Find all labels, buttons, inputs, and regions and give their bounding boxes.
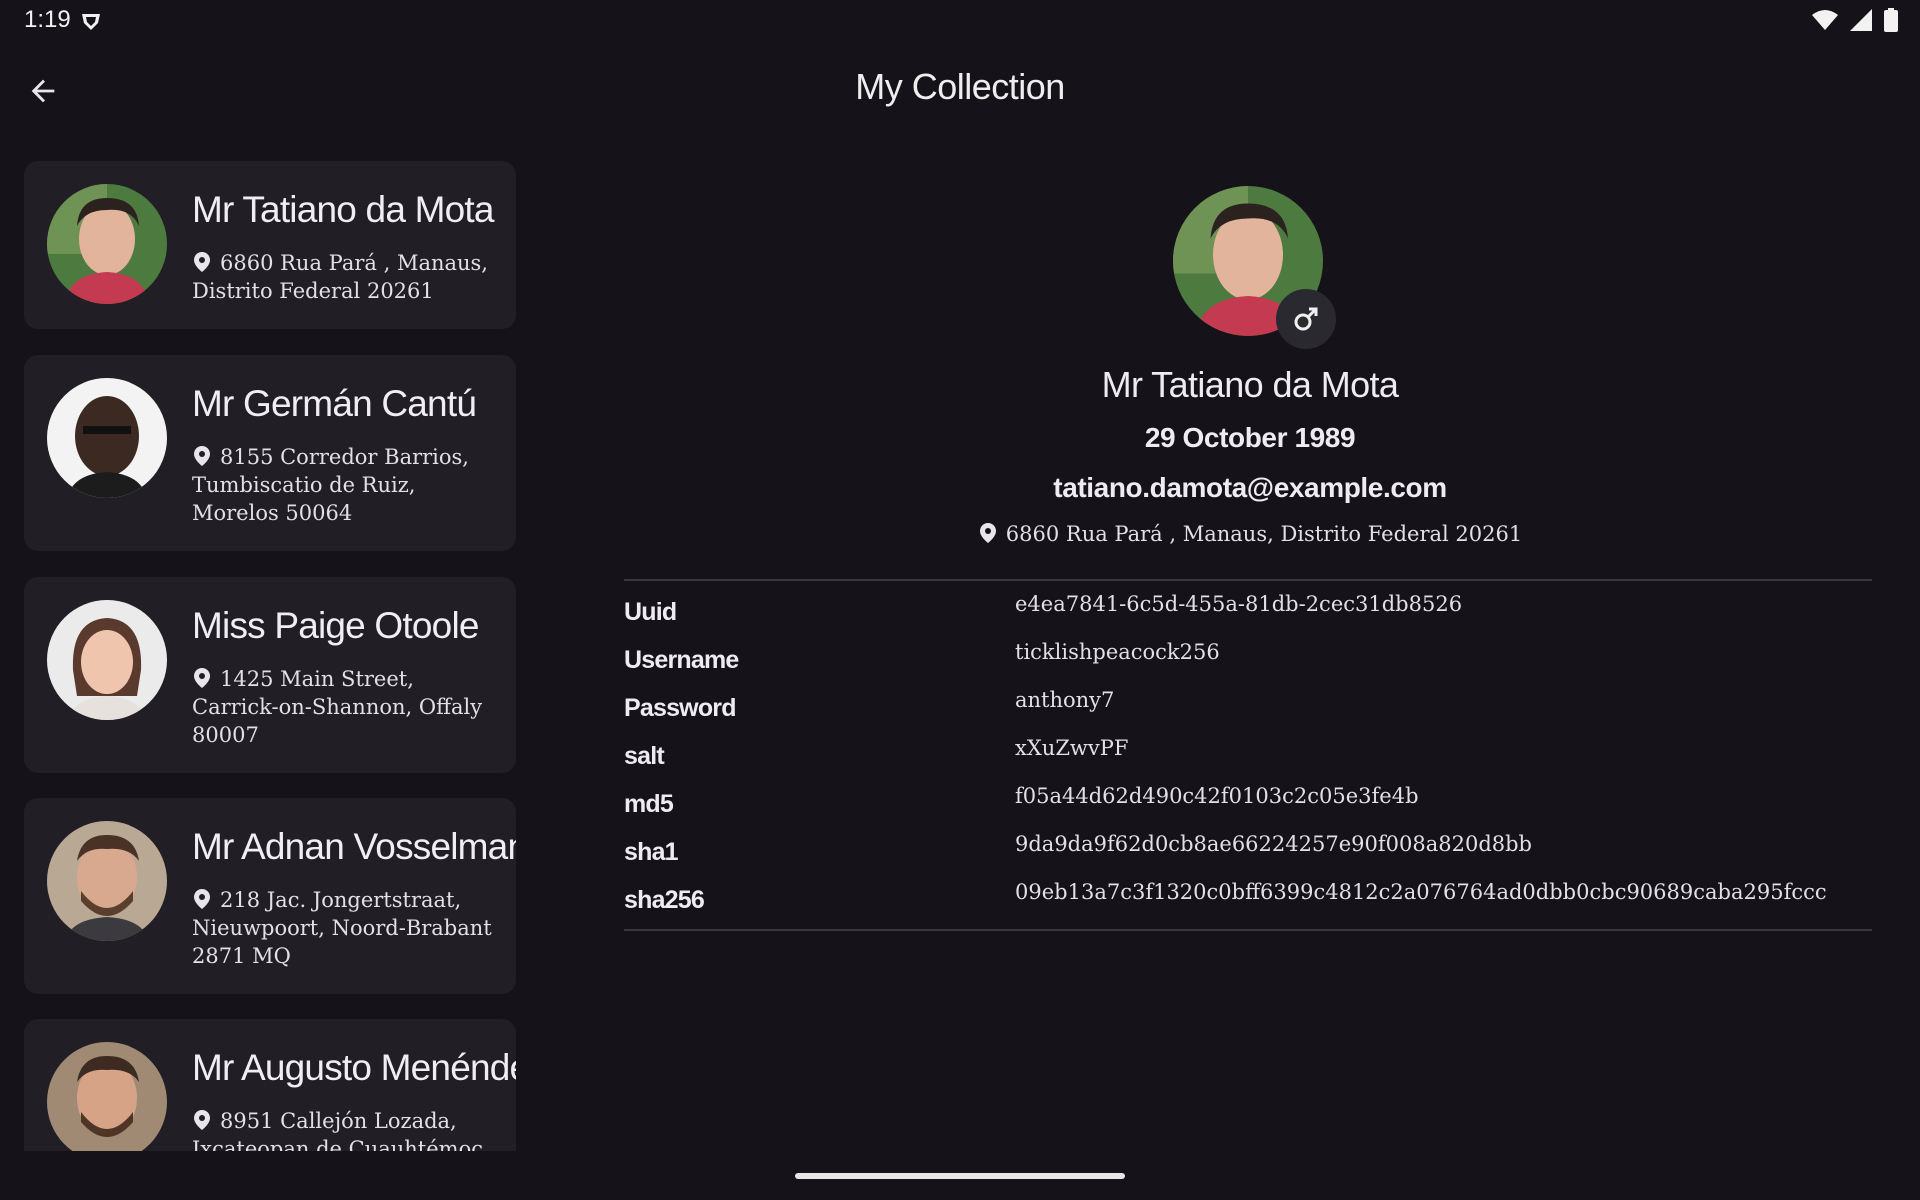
table-row: Uuid e4ea7841-6c5d-455a-81db-2cec31db852…	[624, 592, 1872, 640]
location-pin-icon	[194, 446, 210, 466]
person-list[interactable]: Mr Tatiano da Mota 6860 Rua Pará , Manau…	[24, 161, 516, 1151]
avatar	[47, 1042, 167, 1151]
detail-address: 6860 Rua Pará , Manaus, Distrito Federal…	[900, 522, 1600, 546]
location-pin-icon	[194, 1110, 210, 1130]
page-title: My Collection	[855, 66, 1065, 107]
field-value: 9da9da9f62d0cb8ae66224257e90f008a820d8bb	[1015, 832, 1533, 856]
location-pin-icon	[194, 252, 210, 272]
location-pin-icon	[194, 889, 210, 909]
person-name: Mr Germán Cantú	[192, 383, 477, 424]
person-address-text: 8951 Callejón Lozada, Ixcateopan de Cuau…	[192, 1109, 483, 1151]
list-item[interactable]: Mr Adnan Vosselman 218 Jac. Jongertstraa…	[24, 798, 516, 994]
field-value: anthony7	[1015, 688, 1115, 712]
table-row: salt xXuZwvPF	[624, 736, 1872, 784]
field-value: ticklishpeacock256	[1015, 640, 1220, 664]
list-item[interactable]: Miss Paige Otoole 1425 Main Street, Carr…	[24, 577, 516, 773]
field-value: e4ea7841-6c5d-455a-81db-2cec31db8526	[1015, 592, 1463, 616]
avatar	[47, 184, 167, 304]
battery-icon	[1884, 8, 1898, 36]
person-name: Miss Paige Otoole	[192, 605, 479, 646]
detail-email: tatiano.damota@example.com	[1053, 472, 1447, 503]
field-value: f05a44d62d490c42f0103c2c05e3fe4b	[1015, 784, 1419, 808]
list-item[interactable]: Mr Germán Cantú 8155 Corredor Barrios, T…	[24, 355, 516, 551]
person-address-text: 218 Jac. Jongertstraat, Nieuwpoort, Noor…	[192, 888, 492, 968]
person-address: 6860 Rua Pará , Manaus, Distrito Federal…	[192, 249, 498, 305]
field-label: Uuid	[624, 598, 677, 626]
person-address-text: 6860 Rua Pará , Manaus, Distrito Federal…	[192, 251, 488, 303]
person-name: Mr Adnan Vosselman	[192, 826, 516, 867]
shield-icon	[80, 10, 102, 36]
person-name: Mr Augusto Menéndez	[192, 1047, 516, 1088]
detail-name: Mr Tatiano da Mota	[1101, 364, 1399, 405]
field-label: salt	[624, 742, 665, 770]
person-address-text: 1425 Main Street, Carrick-on-Shannon, Of…	[192, 667, 483, 747]
status-icons	[1812, 8, 1898, 36]
field-label: sha1	[624, 838, 679, 866]
field-label: Username	[624, 646, 739, 674]
wifi-icon	[1812, 9, 1838, 35]
person-address: 218 Jac. Jongertstraat, Nieuwpoort, Noor…	[192, 886, 498, 970]
status-bar: 1:19	[0, 0, 1920, 44]
table-row: md5 f05a44d62d490c42f0103c2c05e3fe4b	[624, 784, 1872, 832]
person-address: 1425 Main Street, Carrick-on-Shannon, Of…	[192, 665, 498, 749]
avatar	[47, 378, 167, 498]
field-label: sha256	[624, 886, 705, 914]
list-item[interactable]: Mr Augusto Menéndez 8951 Callejón Lozada…	[24, 1019, 516, 1151]
location-pin-icon	[194, 668, 210, 688]
home-indicator[interactable]	[795, 1173, 1125, 1179]
table-row: Password anthony7	[624, 688, 1872, 736]
field-label: md5	[624, 790, 674, 818]
table-row: sha1 9da9da9f62d0cb8ae66224257e90f008a82…	[624, 832, 1872, 880]
divider	[624, 929, 1872, 931]
location-pin-icon	[979, 523, 996, 543]
status-time: 1:19	[24, 6, 71, 33]
cell-signal-icon	[1850, 9, 1872, 35]
avatar	[47, 821, 167, 941]
detail-address-text: 6860 Rua Pará , Manaus, Distrito Federal…	[1005, 522, 1523, 546]
field-value: 09eb13a7c3f1320c0bff6399c4812c2a076764ad…	[1015, 880, 1827, 904]
person-address: 8951 Callejón Lozada, Ixcateopan de Cuau…	[192, 1107, 498, 1151]
detail-table: Uuid e4ea7841-6c5d-455a-81db-2cec31db852…	[624, 592, 1872, 928]
table-row: Username ticklishpeacock256	[624, 640, 1872, 688]
list-item[interactable]: Mr Tatiano da Mota 6860 Rua Pará , Manau…	[24, 161, 516, 329]
gender-badge	[1276, 289, 1336, 349]
male-icon	[1294, 307, 1318, 331]
avatar	[47, 600, 167, 720]
divider	[624, 579, 1872, 581]
person-address: 8155 Corredor Barrios, Tumbiscatio de Ru…	[192, 443, 498, 527]
field-label: Password	[624, 694, 737, 722]
person-address-text: 8155 Corredor Barrios, Tumbiscatio de Ru…	[192, 445, 469, 525]
table-row: sha256 09eb13a7c3f1320c0bff6399c4812c2a0…	[624, 880, 1872, 928]
field-value: xXuZwvPF	[1015, 736, 1129, 760]
detail-birthdate: 29 October 1989	[1144, 422, 1356, 453]
person-name: Mr Tatiano da Mota	[192, 189, 494, 230]
